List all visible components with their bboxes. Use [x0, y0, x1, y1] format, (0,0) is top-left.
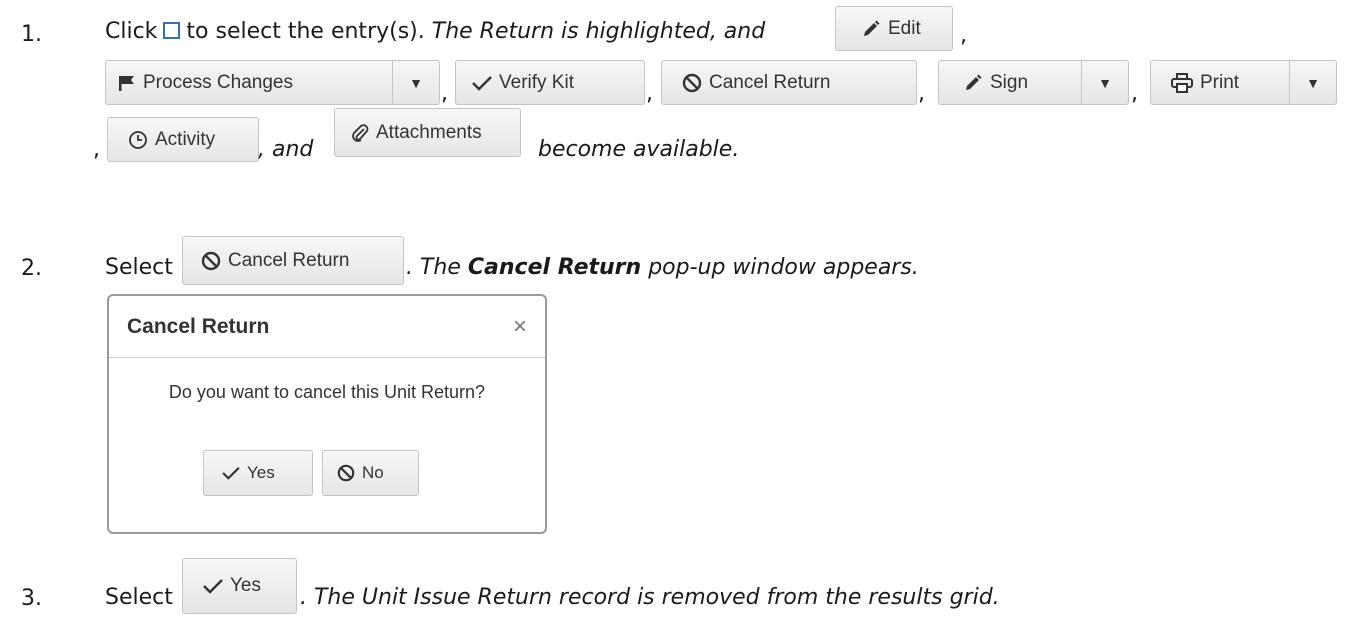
checkbox-icon: [163, 22, 181, 39]
ban-icon: [337, 464, 355, 482]
check-icon: [472, 75, 492, 91]
paperclip-icon: [351, 123, 369, 143]
dialog-title: Cancel Return: [127, 314, 270, 338]
comma: ,: [960, 23, 967, 48]
check-icon: [203, 578, 223, 594]
cancel-return-button[interactable]: Cancel Return: [661, 60, 917, 105]
step-3-number: 3.: [21, 586, 42, 611]
ban-icon: [201, 251, 221, 271]
comma: ,: [441, 81, 448, 106]
ban-icon: [682, 73, 702, 93]
yes-button[interactable]: Yes: [182, 558, 297, 614]
yes-button[interactable]: Yes: [203, 450, 313, 496]
attachments-label: Attachments: [376, 121, 482, 143]
sign-label: Sign: [990, 71, 1029, 93]
pencil-icon: [861, 19, 881, 39]
verify-kit-button[interactable]: Verify Kit: [455, 60, 645, 105]
cancel-return-label: Cancel Return: [709, 71, 831, 93]
flag-icon: [118, 74, 136, 92]
step-3-select-text: Select: [105, 585, 173, 610]
activity-button[interactable]: Activity: [107, 117, 259, 162]
print-icon: [1171, 72, 1193, 93]
dialog-header: Cancel Return ×: [109, 296, 545, 358]
step-1-italic-text: The Return is highlighted, and: [431, 19, 766, 44]
step-2-select-text: Select: [105, 255, 173, 280]
step-3-italic-text: . The Unit Issue Return record is remove…: [300, 585, 1000, 610]
check-icon: [222, 466, 240, 480]
cancel-return-button[interactable]: Cancel Return: [182, 236, 404, 285]
process-changes-label: Process Changes: [143, 71, 293, 93]
dialog-message: Do you want to cancel this Unit Return?: [168, 382, 486, 402]
step-2-bold-text: Cancel Return: [467, 255, 642, 280]
comma: ,: [918, 81, 925, 106]
sign-caret-icon[interactable]: ▼: [1082, 61, 1128, 104]
print-caret-icon[interactable]: ▼: [1290, 61, 1336, 104]
verify-kit-label: Verify Kit: [499, 71, 574, 93]
activity-label: Activity: [155, 128, 216, 150]
process-changes-caret-icon[interactable]: ▼: [393, 61, 439, 104]
attachments-button[interactable]: Attachments: [334, 108, 521, 157]
available-text: become available.: [538, 137, 740, 162]
sign-button[interactable]: Sign: [939, 61, 1082, 104]
no-label: No: [362, 463, 384, 482]
sign-split-button[interactable]: Sign ▼: [938, 60, 1129, 105]
process-changes-split-button[interactable]: Process Changes ▼: [105, 60, 440, 105]
comma: ,: [646, 81, 653, 106]
yes-label: Yes: [247, 463, 275, 482]
process-changes-button[interactable]: Process Changes: [106, 61, 393, 104]
edit-button[interactable]: Edit: [835, 6, 953, 51]
step-2-italic-a: . The: [406, 255, 461, 280]
print-split-button[interactable]: Print ▼: [1150, 60, 1337, 105]
step-2-italic-b: pop-up window appears.: [648, 255, 919, 280]
print-label: Print: [1200, 71, 1240, 93]
cancel-return-label: Cancel Return: [228, 249, 350, 271]
pencil-icon: [963, 73, 983, 93]
edit-button-label: Edit: [888, 17, 921, 39]
step-1-line-1: Click to select the entry(s). The Return …: [105, 18, 765, 46]
step-1-number: 1.: [21, 22, 42, 47]
step-1-select-text: to select the entry(s).: [186, 19, 425, 44]
step-2-number: 2.: [21, 256, 42, 281]
yes-label: Yes: [230, 575, 261, 596]
and-text: , and: [258, 137, 314, 162]
close-icon[interactable]: ×: [513, 313, 527, 341]
comma: ,: [93, 137, 100, 162]
print-button[interactable]: Print: [1151, 61, 1290, 104]
step-1-click-text: Click: [105, 19, 158, 44]
comma: ,: [1131, 81, 1138, 106]
step-2-description: . The Cancel Return pop-up window appear…: [406, 254, 919, 282]
cancel-return-dialog: Cancel Return × Do you want to cancel th…: [107, 294, 547, 534]
clock-icon: [128, 130, 148, 150]
no-button[interactable]: No: [322, 450, 419, 496]
